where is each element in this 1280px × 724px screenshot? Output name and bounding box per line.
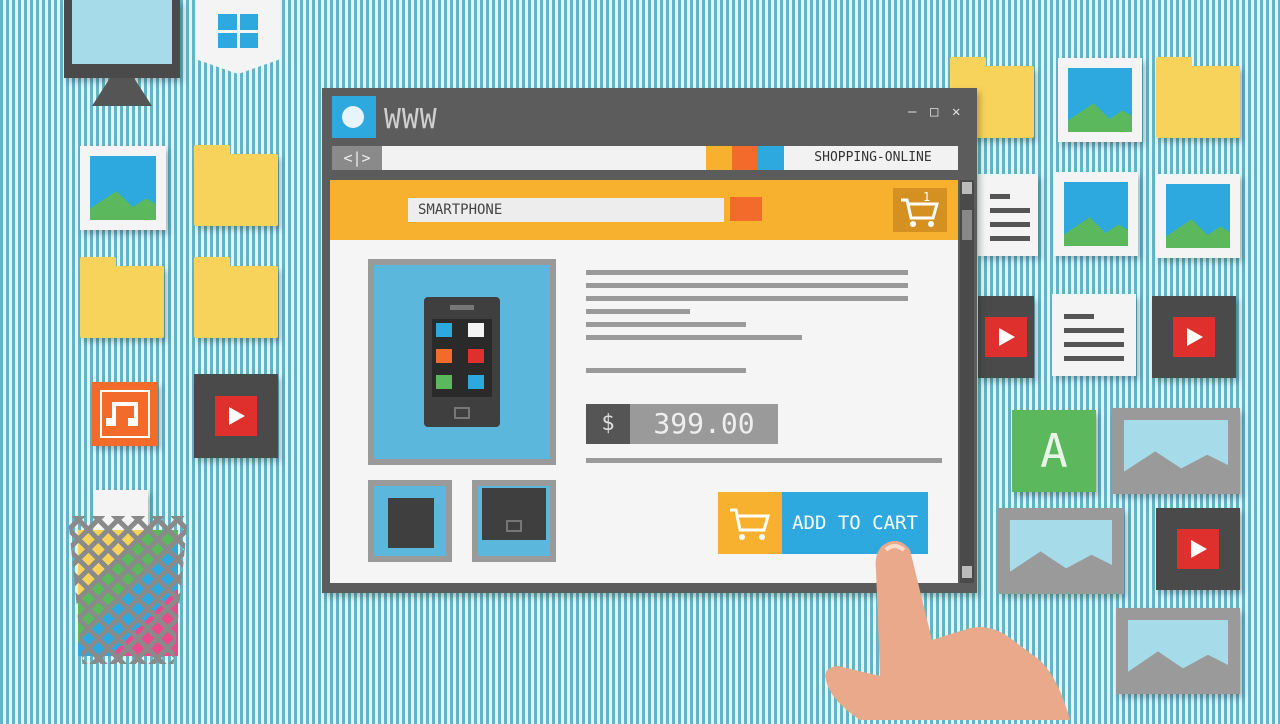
description-line: [586, 335, 802, 340]
image-icon[interactable]: [1116, 608, 1240, 694]
address-bar[interactable]: <|> SHOPPING-ONLINE: [332, 146, 958, 170]
minimize-button[interactable]: –: [908, 104, 916, 120]
window-title: WWW: [384, 102, 438, 135]
currency-symbol: $: [586, 404, 630, 444]
image-icon[interactable]: [1058, 58, 1142, 142]
description-line: [586, 322, 746, 327]
browser-logo-icon: [332, 96, 376, 138]
description-line: [586, 296, 908, 301]
description-line: [586, 283, 908, 288]
folder-icon[interactable]: [80, 257, 164, 338]
shop-page: 1: [330, 180, 958, 583]
scrollbar[interactable]: [960, 180, 974, 583]
image-icon[interactable]: [1112, 408, 1240, 494]
video-icon[interactable]: [1152, 296, 1236, 378]
windows-icon[interactable]: [196, 0, 280, 74]
cart-button[interactable]: 1: [893, 188, 947, 232]
monitor-icon[interactable]: [64, 0, 180, 106]
product-thumbnail[interactable]: [472, 480, 556, 562]
product-main-image[interactable]: [368, 259, 556, 465]
description-line: [586, 458, 942, 463]
description-line: [586, 309, 690, 314]
cart-icon: [901, 198, 939, 227]
product-thumbnail[interactable]: [368, 480, 452, 562]
pointing-hand: [820, 530, 1100, 720]
tab-indicator-yellow[interactable]: [706, 146, 732, 170]
video-icon[interactable]: [978, 296, 1034, 378]
video-icon[interactable]: [194, 374, 278, 458]
video-icon[interactable]: [1156, 508, 1240, 590]
browser-window: WWW – □ ✕ <|> SHOPPING-ONLINE 1: [322, 88, 977, 593]
url-text[interactable]: SHOPPING-ONLINE: [788, 146, 958, 170]
search-button[interactable]: [730, 197, 762, 221]
trash-icon[interactable]: [68, 490, 188, 664]
document-icon[interactable]: [978, 174, 1038, 256]
shop-header: 1: [330, 180, 958, 240]
cart-icon: [718, 492, 782, 554]
title-bar: WWW – □ ✕: [332, 96, 962, 138]
folder-icon[interactable]: [194, 257, 278, 338]
font-icon-letter: A: [1040, 424, 1068, 478]
folder-icon[interactable]: [1156, 57, 1240, 138]
close-button[interactable]: ✕: [952, 104, 960, 120]
maximize-button[interactable]: □: [930, 104, 938, 120]
tab-indicator-orange[interactable]: [732, 146, 758, 170]
image-icon[interactable]: [1156, 174, 1240, 258]
music-icon[interactable]: [92, 382, 158, 446]
description-line: [586, 270, 908, 275]
search-input[interactable]: [408, 198, 724, 222]
tab-indicator-blue[interactable]: [758, 146, 784, 170]
image-icon[interactable]: [1054, 172, 1138, 256]
cart-count-badge: 1: [923, 190, 931, 204]
back-forward-buttons[interactable]: <|>: [332, 146, 382, 170]
font-icon[interactable]: A: [1012, 410, 1096, 492]
price-value: 399.00: [630, 404, 778, 444]
description-line: [586, 368, 746, 373]
price-tag: $ 399.00: [586, 404, 778, 444]
image-icon[interactable]: [80, 146, 166, 230]
document-icon[interactable]: [1052, 294, 1136, 376]
smartphone-icon: [424, 297, 500, 427]
folder-icon[interactable]: [194, 145, 278, 226]
